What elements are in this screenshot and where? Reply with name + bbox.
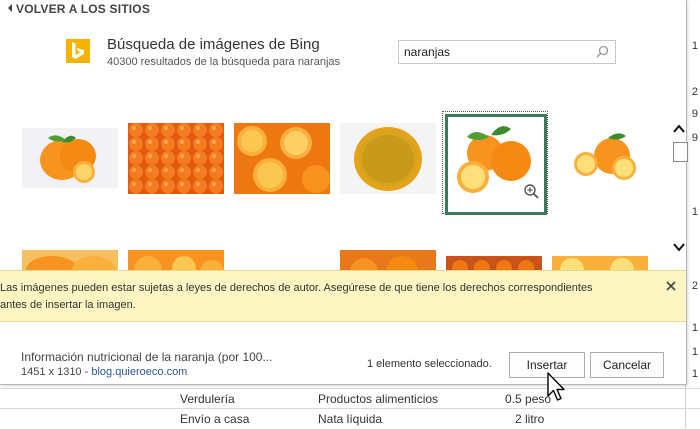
- insert-images-dialog: VOLVER A LOS SITIOS Búsqueda de imágenes…: [0, 0, 688, 385]
- bg-cell: 2 litro: [515, 412, 545, 426]
- bing-logo-icon: [66, 39, 90, 63]
- search-title: Búsqueda de imágenes de Bing: [107, 36, 320, 53]
- bg-cell: 2: [691, 86, 698, 98]
- notice-line: Las imágenes pueden estar sujetas a leye…: [0, 282, 593, 294]
- image-result[interactable]: [558, 128, 648, 188]
- image-info-title: Información nutricional de la naranja (p…: [21, 350, 273, 364]
- image-result[interactable]: [128, 123, 224, 194]
- bg-cell: 1: [691, 322, 698, 334]
- mouse-cursor-icon: [547, 372, 565, 401]
- back-arrow-icon: [8, 4, 12, 12]
- image-result[interactable]: [128, 250, 224, 270]
- image-result[interactable]: [552, 256, 648, 270]
- close-icon[interactable]: [664, 279, 678, 293]
- search-box[interactable]: [398, 40, 616, 64]
- bg-cell: 1: [691, 206, 698, 218]
- image-info-dimensions: 1451 x 1310 - blog.quieroeco.com: [21, 366, 187, 378]
- scrollbar-thumb[interactable]: [673, 142, 688, 162]
- selection-count: 1 elemento seleccionado.: [367, 358, 492, 370]
- bg-cell: 1: [691, 346, 698, 358]
- image-source-link[interactable]: blog.quieroeco.com: [91, 366, 187, 378]
- image-result[interactable]: [234, 123, 330, 194]
- notice-text: Las imágenes pueden estar sujetas a leye…: [0, 280, 640, 314]
- bg-row: Verdulería Productos alimenticios 0.5 pe…: [0, 388, 700, 409]
- cancel-button[interactable]: Cancelar: [590, 352, 664, 378]
- image-dimensions: 1451 x 1310 -: [21, 366, 89, 378]
- scroll-down-icon[interactable]: [672, 240, 686, 254]
- bg-cell: 0.5 peso: [505, 392, 552, 406]
- background-rows: Verdulería Productos alimenticios 0.5 pe…: [0, 388, 700, 428]
- result-count: 40300 resultados de la búsqueda para nar…: [107, 56, 341, 68]
- bg-cell: Productos alimenticios: [318, 392, 439, 406]
- bg-cell: 1: [691, 368, 698, 380]
- bg-cell: 2: [691, 280, 698, 292]
- back-to-sites-link[interactable]: VOLVER A LOS SITIOS: [8, 2, 150, 16]
- scroll-up-icon[interactable]: [672, 122, 686, 136]
- bg-cell: Verdulería: [180, 392, 235, 406]
- bg-cell: 9: [691, 132, 698, 144]
- back-link-label: VOLVER A LOS SITIOS: [16, 2, 151, 16]
- image-result[interactable]: [22, 250, 118, 270]
- notice-line: antes de insertar la imagen.: [0, 299, 136, 311]
- image-result[interactable]: [446, 256, 542, 270]
- bg-cell: Nata líquida: [318, 412, 383, 426]
- background-column: 1 2 9 9 1 2 1 1 1: [685, 0, 700, 428]
- search-icon[interactable]: [596, 45, 609, 58]
- bg-cell: 1: [691, 40, 698, 52]
- search-input[interactable]: [404, 43, 584, 60]
- bg-cell: Envío a casa: [180, 412, 250, 426]
- bg-row: Envío a casa Nata líquida 2 litro: [0, 408, 700, 429]
- zoom-icon[interactable]: [522, 182, 540, 200]
- image-result[interactable]: [340, 250, 436, 270]
- copyright-notice: Las imágenes pueden estar sujetas a leye…: [0, 270, 686, 322]
- image-result[interactable]: [22, 128, 118, 188]
- bg-cell: 9: [691, 108, 698, 120]
- image-result[interactable]: [340, 123, 436, 194]
